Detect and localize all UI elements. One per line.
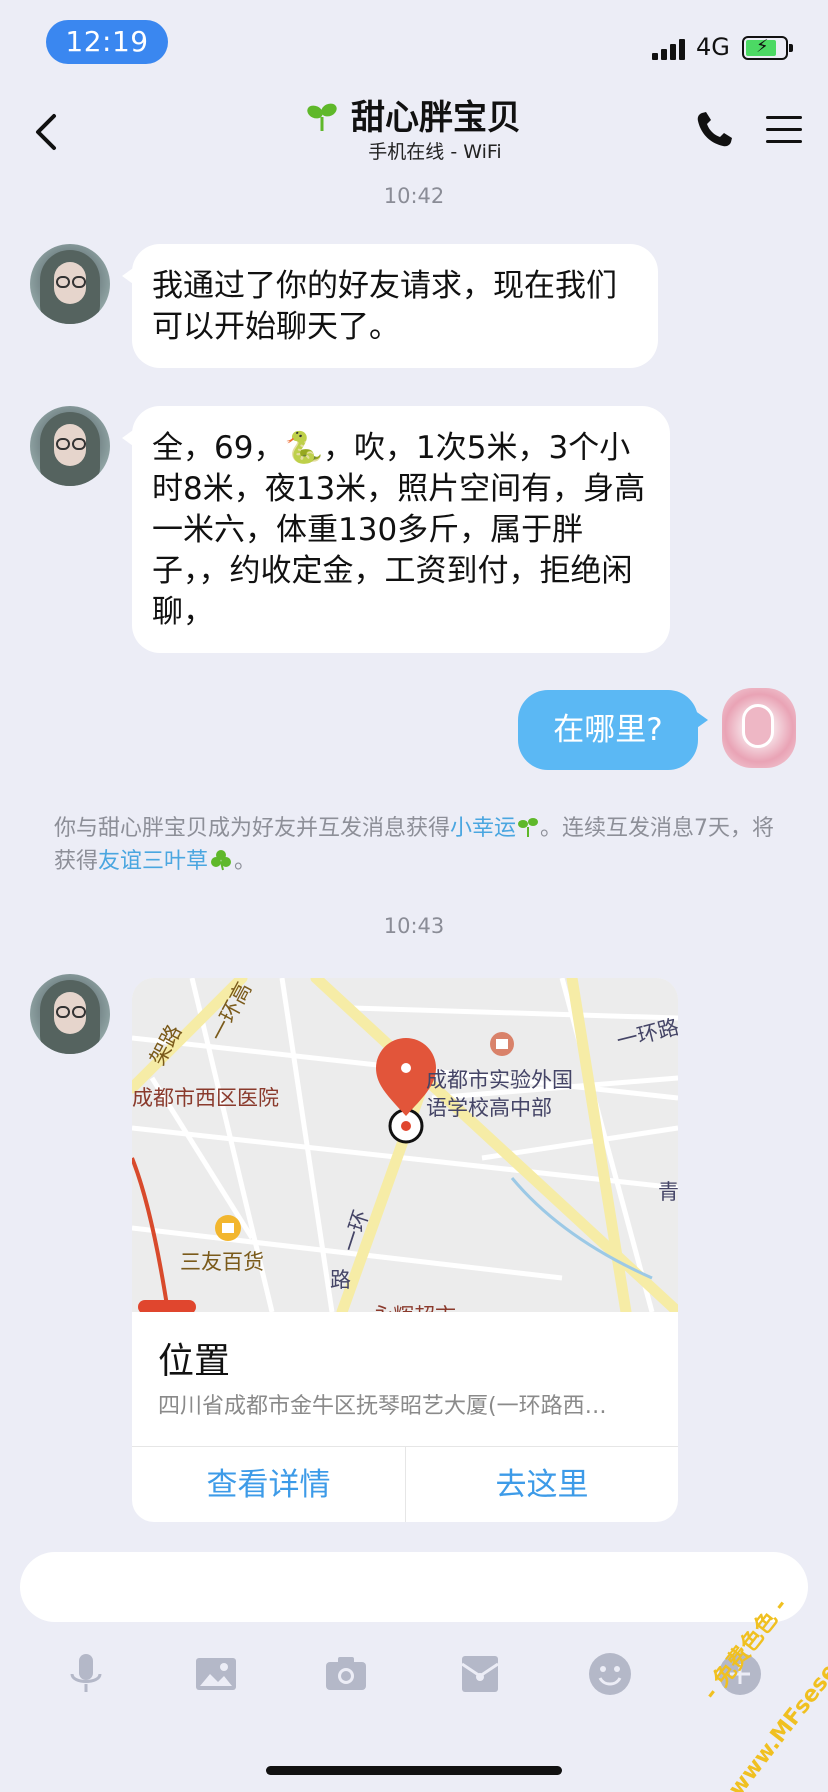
message-text: 我通过了你的好友请求，现在我们可以开始聊天了。 xyxy=(152,268,617,345)
battery-icon: ⚡ xyxy=(742,36,793,60)
contact-name: 甜心胖宝贝 xyxy=(351,98,521,138)
chat-header: 甜心胖宝贝 手机在线 - WiFi xyxy=(0,90,828,174)
network-label: 4G xyxy=(696,33,730,61)
image-icon[interactable] xyxy=(192,1650,240,1698)
message-input[interactable] xyxy=(20,1552,808,1622)
gift-icon[interactable] xyxy=(456,1650,504,1698)
map-label: 三友百货 xyxy=(180,1250,264,1274)
message-text: 全，69，🐍，吹，1次5米，3个小时8米，夜13米，照片空间有，身高一米六，体重… xyxy=(152,430,646,630)
mic-icon[interactable] xyxy=(62,1650,110,1698)
location-card[interactable]: 一环高 架路 成都市西区医院 成都市实验外国 语学校高中部 一环路 青 三友百货… xyxy=(132,978,678,1522)
system-notice: 你与甜心胖宝贝成为好友并互发消息获得小幸运 。连续互发消息7天，将获得友谊三叶草。 xyxy=(54,812,784,878)
message-timestamp: 10:42 xyxy=(383,184,445,208)
menu-icon[interactable] xyxy=(766,114,802,146)
location-title: 位置 xyxy=(158,1341,231,1382)
contact-avatar[interactable] xyxy=(30,974,110,1054)
map-label: 路 xyxy=(330,1268,351,1292)
contact-avatar[interactable] xyxy=(30,244,110,324)
emoji-icon[interactable] xyxy=(586,1650,634,1698)
sprout-icon xyxy=(307,103,337,131)
message-timestamp: 10:43 xyxy=(383,914,445,938)
sprout-icon xyxy=(518,818,539,837)
my-avatar[interactable] xyxy=(722,688,796,768)
location-map[interactable]: 一环高 架路 成都市西区医院 成都市实验外国 语学校高中部 一环路 青 三友百货… xyxy=(132,978,678,1312)
location-actions: 查看详情 去这里 xyxy=(132,1446,678,1522)
message-text: 在哪里? xyxy=(553,712,663,748)
home-indicator xyxy=(266,1766,562,1775)
map-label: 语学校高中部 xyxy=(426,1096,552,1120)
more-icon[interactable] xyxy=(716,1650,764,1698)
clover-link[interactable]: 友谊三叶草 xyxy=(98,849,208,874)
map-label: 永辉超市 xyxy=(372,1300,456,1312)
system-text: 。 xyxy=(234,849,257,874)
phone-icon[interactable] xyxy=(694,110,734,150)
map-label: 青 xyxy=(658,1180,678,1204)
input-toolbar xyxy=(0,1640,828,1710)
navigate-button[interactable]: 去这里 xyxy=(405,1447,678,1522)
signal-icon xyxy=(652,38,690,60)
lucky-link[interactable]: 小幸运 xyxy=(450,816,516,841)
location-address: 四川省成都市金牛区抚琴昭艺大厦(一环路西… xyxy=(158,1394,607,1419)
view-details-button[interactable]: 查看详情 xyxy=(132,1447,405,1522)
clover-icon xyxy=(211,850,232,871)
status-bar: 12:19 4G ⚡ xyxy=(0,0,828,90)
camera-icon[interactable] xyxy=(322,1650,370,1698)
incoming-message-bubble[interactable]: 全，69，🐍，吹，1次5米，3个小时8米，夜13米，照片空间有，身高一米六，体重… xyxy=(122,406,670,653)
contact-avatar[interactable] xyxy=(30,406,110,486)
map-label: 成都市实验外国 xyxy=(426,1068,573,1092)
incoming-message-bubble[interactable]: 我通过了你的好友请求，现在我们可以开始聊天了。 xyxy=(122,244,658,368)
status-time: 12:19 xyxy=(46,20,168,64)
map-label: 成都市西区医院 xyxy=(132,1086,279,1110)
system-text: 你与甜心胖宝贝成为好友并互发消息获得 xyxy=(54,816,451,841)
outgoing-message-bubble[interactable]: 在哪里? xyxy=(518,690,708,770)
